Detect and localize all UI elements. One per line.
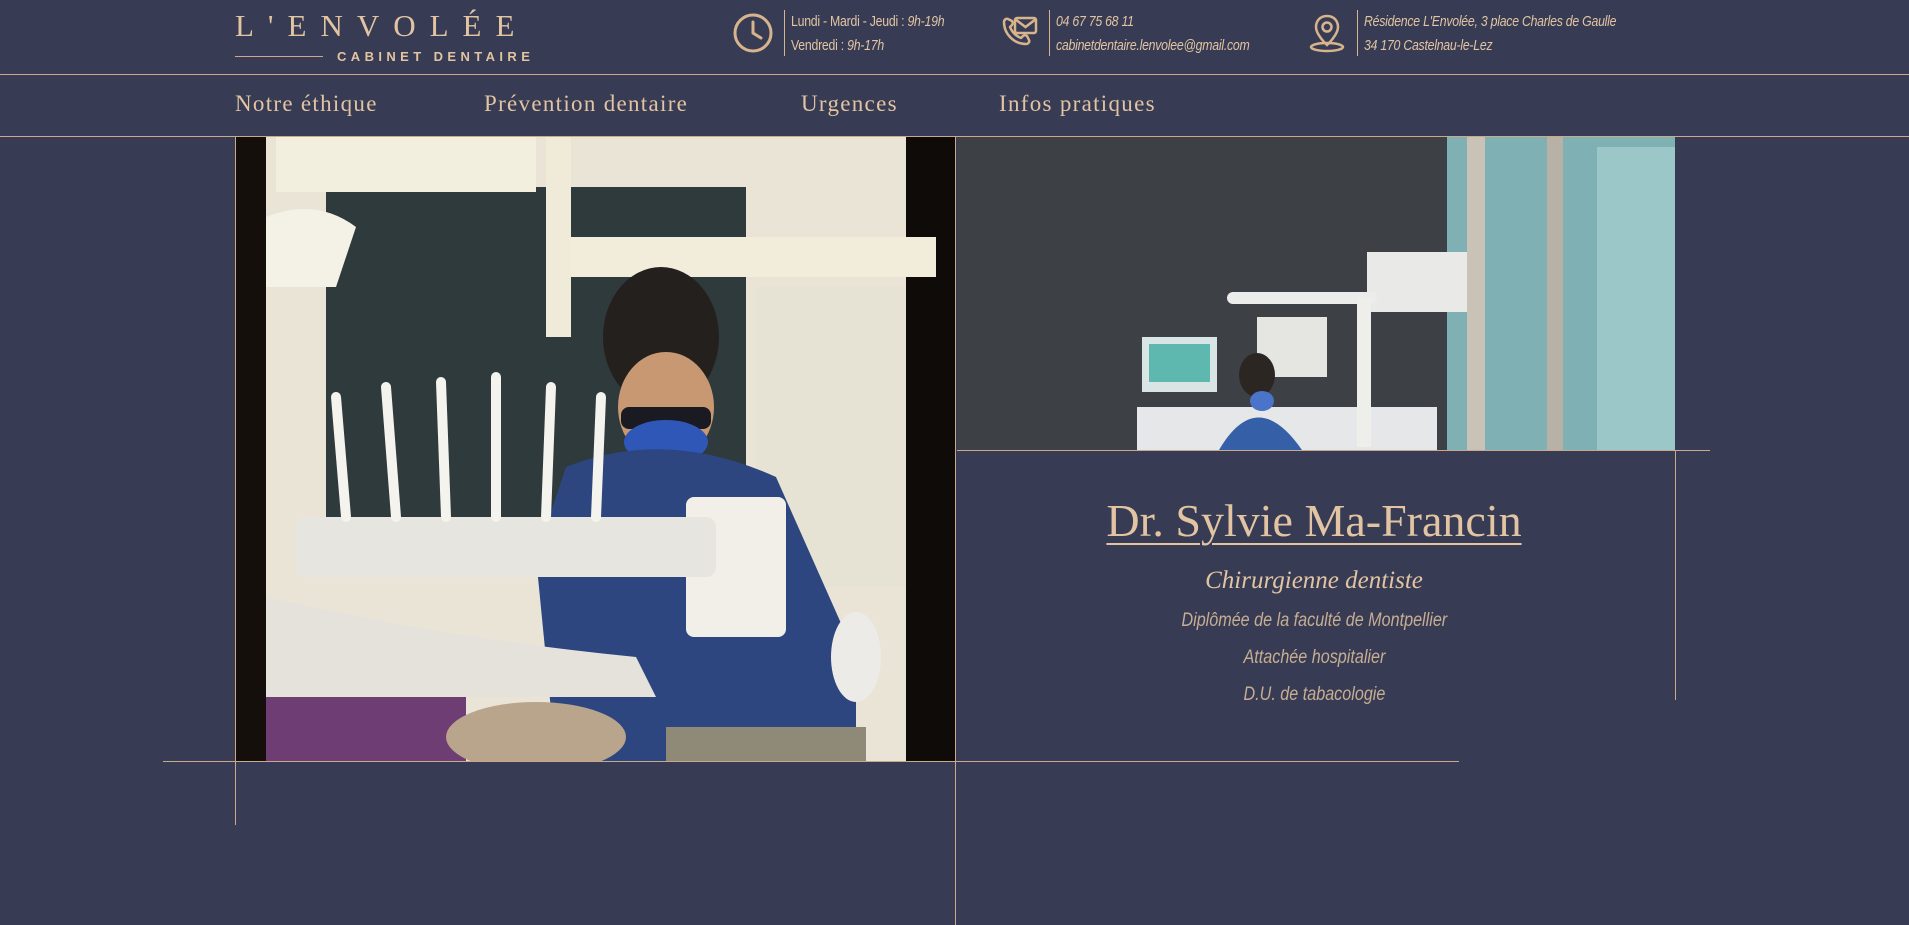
email-link[interactable]: cabinetdentaire.lenvolee@gmail.com <box>1056 34 1250 58</box>
frame-line-center <box>955 137 956 925</box>
logo-divider <box>235 56 323 57</box>
credential-item: Diplômée de la faculté de Montpellier <box>1181 610 1447 631</box>
hours-value-2: 9h-17h <box>847 37 884 54</box>
frame-line-bottom <box>163 761 1459 762</box>
nav-item-infos[interactable]: Infos pratiques <box>999 91 1156 117</box>
opening-hours: Lundi - Mardi - Jeudi : 9h-19h Vendredi … <box>791 10 945 58</box>
address: Résidence L'Envolée, 3 place Charles de … <box>1364 10 1616 58</box>
address-separator <box>1357 10 1358 56</box>
address-line-1: Résidence L'Envolée, 3 place Charles de … <box>1364 13 1617 30</box>
header-divider <box>0 74 1909 75</box>
frame-line-left <box>235 137 236 825</box>
phone-link[interactable]: 04 67 75 68 11 <box>1056 10 1250 34</box>
clinic-room-photo <box>957 137 1675 450</box>
nav-item-ethique[interactable]: Notre éthique <box>235 91 378 117</box>
doctor-role: Chirurgienne dentiste <box>1205 567 1423 594</box>
frame-line-right <box>1675 450 1676 700</box>
hours-value-1: 9h-19h <box>907 13 945 30</box>
map-pin-icon <box>1309 14 1345 53</box>
address-line-2: 34 170 Castelnau-le-Lez <box>1364 37 1493 54</box>
contact-separator <box>1049 10 1050 56</box>
nav-item-prevention[interactable]: Prévention dentaire <box>484 91 688 117</box>
credential-item: Attachée hospitalier <box>1243 647 1385 668</box>
hours-label-2: Vendredi : <box>791 37 848 54</box>
dentist-portrait-photo <box>236 137 955 761</box>
phone-mail-icon <box>1002 16 1038 46</box>
credential-item: D.U. de tabacologie <box>1243 684 1385 705</box>
clock-icon <box>733 13 773 53</box>
contact-details: 04 67 75 68 11 cabinetdentaire.lenvolee@… <box>1056 10 1250 58</box>
frame-line-photo-bottom <box>957 450 1710 451</box>
brand-logo-title[interactable]: L'ENVOLÉE <box>235 8 528 44</box>
nav-item-urgences[interactable]: Urgences <box>801 91 898 117</box>
hours-label-1: Lundi - Mardi - Jeudi : <box>791 13 908 30</box>
doctor-name[interactable]: Dr. Sylvie Ma-Francin <box>957 494 1671 547</box>
hours-separator <box>784 10 785 56</box>
brand-logo-subtitle: CABINET DENTAIRE <box>337 49 535 64</box>
